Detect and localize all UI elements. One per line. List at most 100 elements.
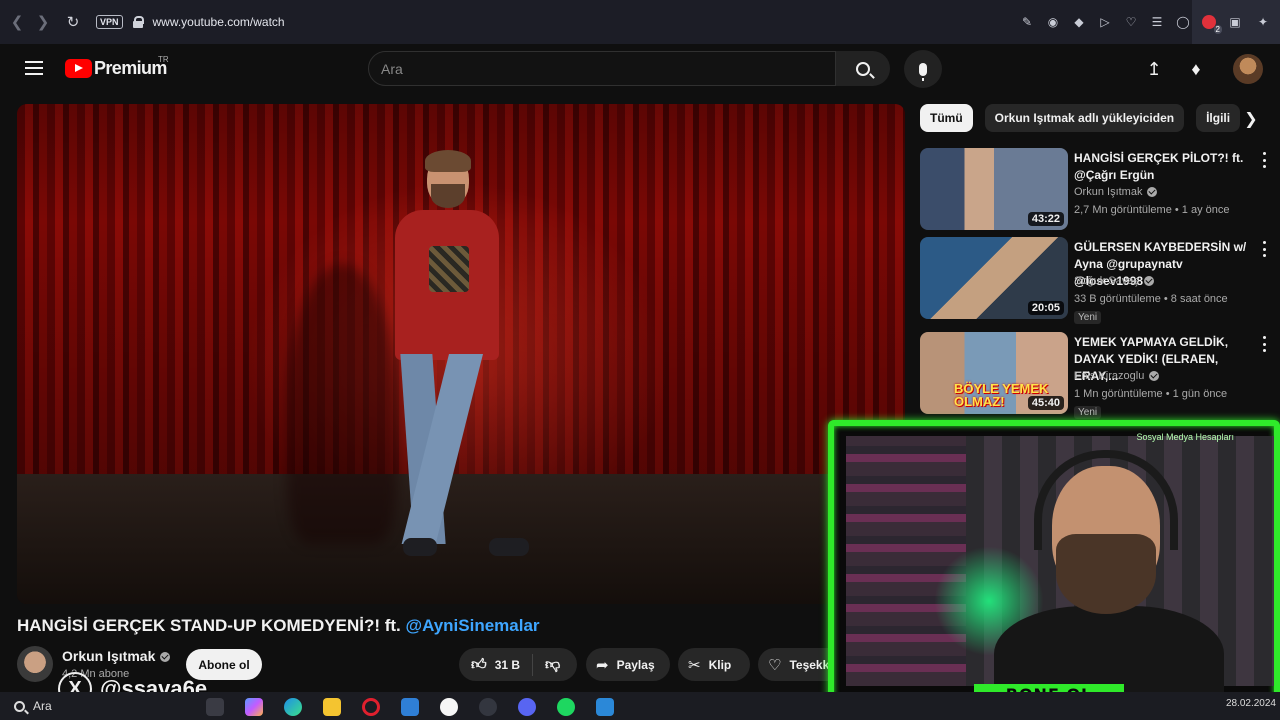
recommendation-channel[interactable]: Orkun Işıtmak bbox=[1074, 186, 1158, 198]
spotify-icon[interactable] bbox=[557, 698, 575, 716]
discord-icon[interactable] bbox=[518, 698, 536, 716]
opera-browser-icon[interactable] bbox=[362, 698, 380, 716]
cube-icon[interactable]: ▣ bbox=[1226, 11, 1244, 33]
back-icon[interactable]: ❮ bbox=[4, 9, 30, 35]
copilot-icon[interactable] bbox=[245, 698, 263, 716]
performer-shirt-print bbox=[429, 246, 469, 292]
verified-icon bbox=[1147, 187, 1158, 198]
chip-from-uploader[interactable]: Orkun Işıtmak adlı yükleyiciden bbox=[984, 104, 1185, 132]
reload-icon[interactable]: ↻ bbox=[60, 9, 86, 35]
channel-name-text: Orkun Işıtmak bbox=[62, 648, 156, 664]
heart-icon[interactable]: ♡ bbox=[1122, 11, 1140, 33]
new-badge: Yeni bbox=[1074, 311, 1102, 324]
taskbar: Ara 28.02.2024 bbox=[0, 692, 1280, 720]
share-label: Paylaş bbox=[616, 657, 655, 672]
mail-icon[interactable] bbox=[401, 698, 419, 716]
recommendation-item[interactable]: 20:05 GÜLERSEN KAYBEDERSİN w/ Ayna @grup… bbox=[920, 237, 1268, 324]
thumbs-down-icon: 👎︎ bbox=[545, 655, 561, 673]
vpn-badge[interactable]: VPN bbox=[96, 15, 123, 29]
share-arrow-icon: ➦ bbox=[596, 656, 609, 674]
like-count: 31 B bbox=[494, 657, 521, 672]
youtube-logo[interactable]: Premium TR bbox=[65, 55, 169, 79]
video-thumbnail[interactable]: BÖYLE YEMEK OLMAZ! 45:40 bbox=[920, 332, 1068, 414]
menu-lines-icon[interactable]: ☰ bbox=[1148, 11, 1166, 33]
shield-icon[interactable]: ◆ bbox=[1070, 11, 1088, 33]
performer-shoe-right bbox=[489, 538, 529, 556]
recommendation-channel[interactable]: Soğuk Savaş bbox=[1074, 275, 1154, 287]
yandex-browser-icon[interactable] bbox=[440, 698, 458, 716]
camera-icon[interactable]: ◉ bbox=[1044, 11, 1062, 33]
taskbar-date: 28.02.2024 bbox=[1225, 698, 1276, 709]
like-button[interactable]: 👍︎ 31 B bbox=[459, 648, 532, 681]
chip-all[interactable]: Tümü bbox=[920, 104, 973, 132]
performer-beard bbox=[431, 184, 465, 208]
thanks-label: Teşekk bbox=[789, 657, 830, 672]
performer-shoe-left bbox=[403, 538, 437, 556]
recommendation-channel[interactable]: Enis Kirazoglu bbox=[1074, 370, 1160, 382]
clip-button[interactable]: ✂ Klip bbox=[678, 648, 750, 681]
extension-area: 2 ▣ ✦ bbox=[1192, 0, 1280, 44]
video-thumbnail[interactable]: 43:22 bbox=[920, 148, 1068, 230]
video-thumbnail[interactable]: 20:05 bbox=[920, 237, 1068, 319]
channel-avatar[interactable] bbox=[17, 646, 53, 682]
webcam-overlay: Sosyal Medya Hesapları BONE OL bbox=[828, 420, 1280, 712]
share-button[interactable]: ➦ Paylaş bbox=[586, 648, 670, 681]
recommendation-meta: 1 Mn görüntüleme • 1 gün önce bbox=[1074, 388, 1228, 400]
chip-related[interactable]: İlgili bbox=[1196, 104, 1241, 132]
heart-dollar-icon: ♡ bbox=[768, 656, 782, 674]
recommendation-item[interactable]: 43:22 HANGİSİ GERÇEK PİLOT?! ft. @Çağrı … bbox=[920, 148, 1268, 230]
video-title-mention-link[interactable]: @AyniSinemalar bbox=[406, 616, 540, 635]
browser-toolbar: ❮ ❯ ↻ VPN www.youtube.com/watch ✎ ◉ ◆ ▷ … bbox=[0, 0, 1280, 44]
channel-name[interactable]: Orkun Işıtmak bbox=[62, 648, 171, 664]
thumbs-up-icon: 👍︎ bbox=[471, 655, 487, 673]
profile-icon[interactable]: ◯ bbox=[1174, 11, 1192, 33]
lock-icon[interactable] bbox=[132, 16, 144, 28]
sparkle-icon[interactable]: ✦ bbox=[1254, 11, 1272, 33]
file-explorer-icon[interactable] bbox=[323, 698, 341, 716]
more-options-icon[interactable] bbox=[1260, 241, 1268, 257]
overlay-top-label: Sosyal Medya Hesapları bbox=[1136, 432, 1234, 442]
taskbar-apps bbox=[206, 698, 614, 716]
hamburger-menu-icon[interactable] bbox=[25, 61, 43, 75]
obs-icon[interactable] bbox=[479, 698, 497, 716]
more-options-icon[interactable] bbox=[1260, 152, 1268, 168]
recommendation-meta: 33 B görüntüleme • 8 saat önce bbox=[1074, 293, 1228, 305]
scissors-icon: ✂ bbox=[688, 656, 701, 674]
task-view-icon[interactable] bbox=[206, 698, 224, 716]
recommendation-channel-text: Orkun Işıtmak bbox=[1074, 186, 1143, 198]
notifications-bell-icon[interactable]: ♦ bbox=[1183, 56, 1209, 82]
edit-icon[interactable]: ✎ bbox=[1018, 11, 1036, 33]
video-player[interactable] bbox=[17, 104, 905, 604]
taskbar-search-label: Ara bbox=[33, 699, 52, 713]
extension-icon[interactable]: 2 bbox=[1202, 15, 1222, 34]
search-button[interactable] bbox=[836, 51, 890, 86]
dislike-button[interactable]: 👎︎ bbox=[533, 648, 572, 681]
account-avatar[interactable] bbox=[1233, 54, 1263, 84]
video-duration: 45:40 bbox=[1027, 396, 1064, 410]
upload-icon[interactable]: ↥ bbox=[1141, 56, 1167, 82]
recommendation-meta: 2,7 Mn görüntüleme • 1 ay önce bbox=[1074, 204, 1230, 216]
extension-badge: 2 bbox=[1213, 25, 1222, 34]
play-icon[interactable]: ▷ bbox=[1096, 11, 1114, 33]
youtube-play-icon bbox=[65, 59, 92, 78]
edge-browser-icon[interactable] bbox=[284, 698, 302, 716]
verified-icon bbox=[160, 652, 171, 663]
photos-icon[interactable] bbox=[596, 698, 614, 716]
chevron-right-icon[interactable]: ❯ bbox=[1240, 108, 1262, 130]
voice-search-button[interactable] bbox=[904, 50, 942, 88]
taskbar-search-icon bbox=[14, 700, 25, 712]
youtube-header: Premium TR Ara ↥ ♦ bbox=[0, 44, 1280, 94]
microphone-icon bbox=[919, 62, 927, 81]
search-input[interactable]: Ara bbox=[368, 51, 836, 86]
video-title-text: HANGİSİ GERÇEK STAND-UP KOMEDYENİ?! ft. bbox=[17, 616, 406, 635]
recommendation-channel-text: Enis Kirazoglu bbox=[1074, 370, 1145, 382]
forward-icon[interactable]: ❯ bbox=[30, 9, 56, 35]
recommendation-item[interactable]: BÖYLE YEMEK OLMAZ! 45:40 YEMEK YAPMAYA G… bbox=[920, 332, 1268, 419]
taskbar-search[interactable]: Ara bbox=[14, 699, 154, 713]
logo-text: Premium bbox=[94, 58, 167, 78]
like-dislike-group: 👍︎ 31 B 👎︎ bbox=[459, 648, 577, 681]
address-bar[interactable]: www.youtube.com/watch bbox=[153, 15, 285, 29]
performer-figure bbox=[377, 150, 529, 574]
more-options-icon[interactable] bbox=[1260, 336, 1268, 352]
recommendation-title[interactable]: HANGİSİ GERÇEK PİLOT?! ft. @Çağrı Ergün bbox=[1074, 150, 1252, 184]
